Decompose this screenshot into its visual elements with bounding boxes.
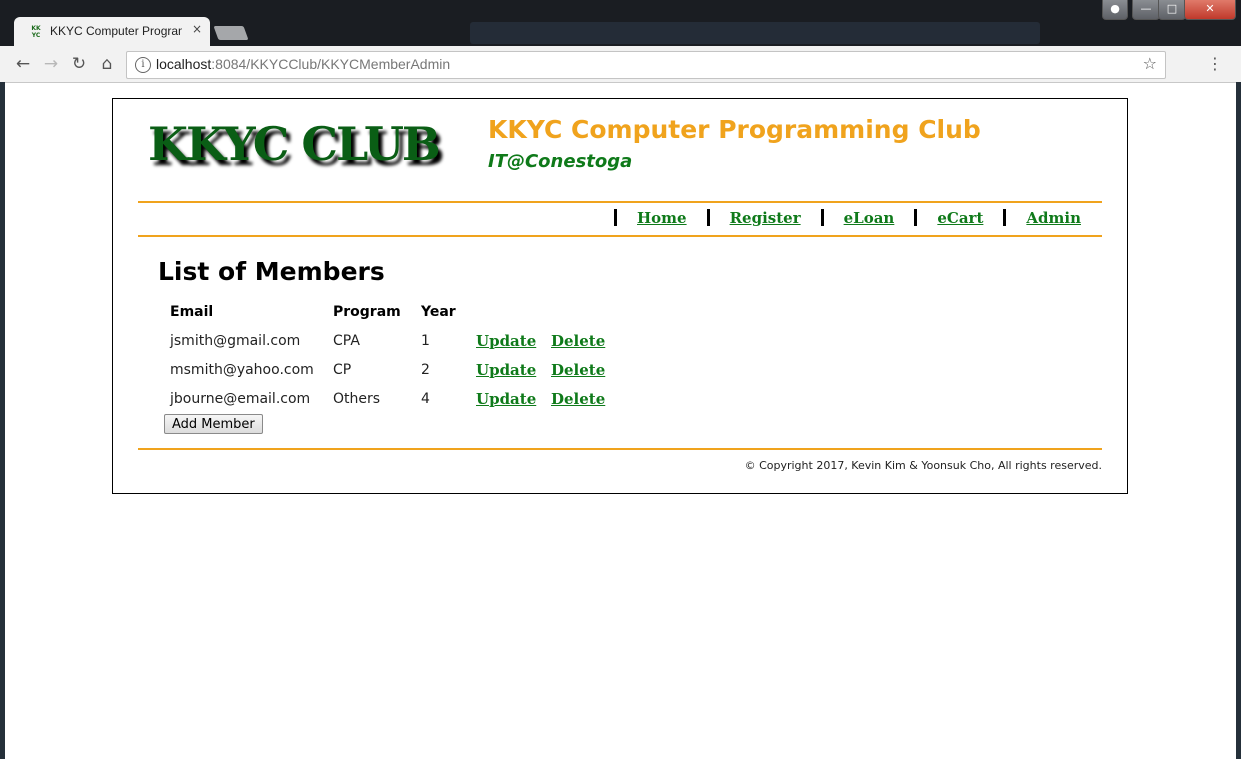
delete-link[interactable]: Delete (551, 332, 605, 350)
kebab-menu-icon[interactable]: ⋮ (1205, 53, 1225, 75)
nav-item-admin: Admin (1003, 209, 1102, 227)
maximize-icon[interactable]: □ (1158, 0, 1186, 20)
url-path: :8084/KKYCClub/KKYCMemberAdmin (211, 56, 451, 72)
update-link[interactable]: Update (476, 390, 536, 408)
member-year: 1 (421, 332, 430, 349)
table-row: jsmith@gmail.com CPA 1 Update Delete (163, 326, 621, 355)
site-subtitle: IT@Conestoga (488, 151, 633, 172)
page-footer: © Copyright 2017, Kevin Kim & Yoonsuk Ch… (138, 448, 1102, 472)
member-email: msmith@yahoo.com (170, 361, 314, 378)
delete-link[interactable]: Delete (551, 390, 605, 408)
nav-link-eloan[interactable]: eLoan (844, 209, 895, 227)
tab-title: KKYC Computer Program (50, 24, 182, 38)
table-row: jbourne@email.com Others 4 Update Delete (163, 384, 621, 413)
update-cell: Update (476, 384, 551, 413)
background-window (470, 22, 1040, 44)
minimize-icon[interactable]: — (1132, 0, 1160, 20)
url-host: localhost (156, 56, 212, 72)
member-program: CP (333, 361, 352, 378)
update-cell: Update (476, 355, 551, 384)
delete-link[interactable]: Delete (551, 361, 605, 379)
members-table: Email Program Year jsmith@gmail.com CPA … (163, 297, 621, 413)
reload-icon[interactable]: ↻ (68, 53, 90, 75)
update-link[interactable]: Update (476, 332, 536, 350)
column-header-email: Email (170, 303, 214, 320)
update-link[interactable]: Update (476, 361, 536, 379)
nav-link-ecart[interactable]: eCart (937, 209, 983, 227)
update-cell: Update (476, 326, 551, 355)
site-title: KKYC Computer Programming Club (488, 115, 981, 144)
nav-link-admin[interactable]: Admin (1026, 209, 1081, 227)
delete-cell: Delete (551, 355, 621, 384)
favicon-icon: KK YC (31, 25, 41, 39)
url-text[interactable]: localhost:8084/KKYCClub/KKYCMemberAdmin (156, 56, 450, 72)
page-container: KKYC CLUB KKYC Computer Programming Club… (112, 98, 1128, 494)
nav-item-home: Home (614, 209, 707, 227)
window-frame-left (0, 82, 5, 759)
column-header-update (476, 297, 551, 326)
nav-item-register: Register (706, 209, 821, 227)
star-icon[interactable]: ☆ (1143, 54, 1157, 73)
member-email: jsmith@gmail.com (170, 332, 301, 349)
copyright-text: © Copyright 2017, Kevin Kim & Yoonsuk Ch… (744, 459, 1102, 472)
member-program: CPA (333, 332, 360, 349)
table-header-row: Email Program Year (163, 297, 621, 326)
delete-cell: Delete (551, 326, 621, 355)
address-bar[interactable]: i localhost:8084/KKYCClub/KKYCMemberAdmi… (126, 51, 1166, 79)
table-row: msmith@yahoo.com CP 2 Update Delete (163, 355, 621, 384)
column-header-year: Year (421, 303, 456, 320)
back-arrow-icon[interactable]: ← (12, 53, 34, 75)
window-frame-right (1236, 82, 1241, 759)
nav-item-eloan: eLoan (820, 209, 915, 227)
delete-cell: Delete (551, 384, 621, 413)
info-icon[interactable]: i (135, 57, 151, 73)
new-tab-button[interactable] (213, 26, 249, 40)
add-member-button[interactable]: Add Member (164, 414, 263, 434)
browser-tab[interactable]: KK YC KKYC Computer Program × (14, 17, 210, 46)
home-icon[interactable]: ⌂ (96, 53, 118, 75)
nav-item-ecart: eCart (914, 209, 1003, 227)
main-nav: Home Register eLoan eCart Admin (138, 201, 1102, 237)
column-header-delete (551, 297, 621, 326)
member-year: 4 (421, 390, 430, 407)
forward-arrow-icon[interactable]: → (40, 53, 62, 75)
user-profile-icon[interactable]: ● (1102, 0, 1128, 20)
site-logo: KKYC CLUB (148, 117, 441, 171)
column-header-program: Program (333, 303, 401, 320)
member-program: Others (333, 390, 381, 407)
browser-titlebar: KK YC KKYC Computer Program × ● — □ ✕ (0, 0, 1241, 46)
tab-close-icon[interactable]: × (190, 22, 204, 38)
page-title: List of Members (158, 257, 385, 286)
nav-link-register[interactable]: Register (730, 209, 801, 227)
nav-link-home[interactable]: Home (637, 209, 687, 227)
member-year: 2 (421, 361, 430, 378)
member-email: jbourne@email.com (170, 390, 311, 407)
browser-toolbar: ← → ↻ ⌂ i localhost:8084/KKYCClub/KKYCMe… (0, 46, 1241, 83)
close-window-icon[interactable]: ✕ (1184, 0, 1236, 20)
